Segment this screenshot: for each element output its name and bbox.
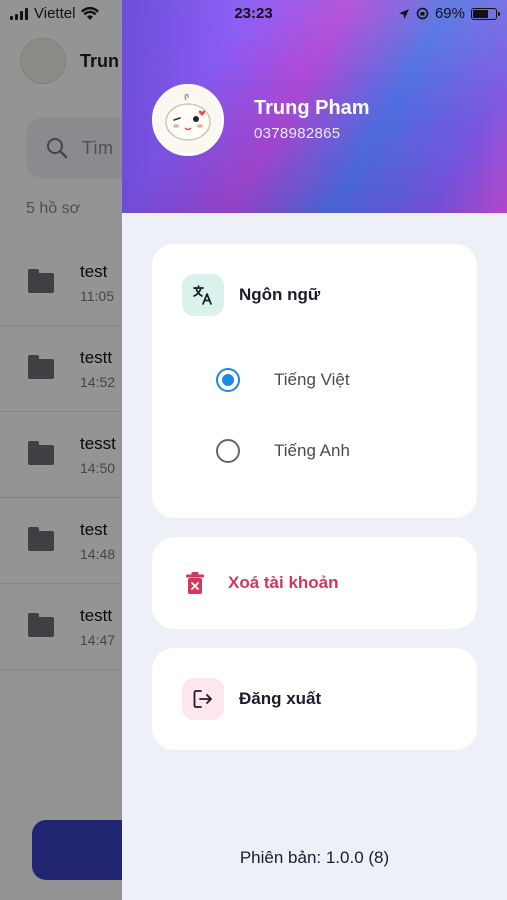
battery-percent: 69% xyxy=(434,5,465,22)
logout-icon xyxy=(193,690,212,708)
battery-icon xyxy=(471,7,500,20)
battery-level-fill xyxy=(473,9,489,18)
status-right: 69% xyxy=(398,5,500,22)
language-icon-tile xyxy=(182,274,224,316)
profile-phone: 0378982865 xyxy=(254,125,341,142)
logout-label: Đăng xuất xyxy=(239,689,322,708)
radio-button-unchecked[interactable] xyxy=(216,439,240,463)
avatar-mascot-icon xyxy=(165,93,211,141)
language-option-english[interactable]: Tiếng Anh xyxy=(216,439,350,463)
side-drawer: Trung Pham 0378982865 Ngôn ngữ Tiếng Việ… xyxy=(122,0,507,900)
profile-name: Trung Pham xyxy=(254,97,370,119)
translate-icon xyxy=(193,285,212,305)
radio-button-checked[interactable] xyxy=(216,368,240,392)
location-arrow-icon xyxy=(398,8,409,19)
language-option-vietnamese[interactable]: Tiếng Việt xyxy=(216,368,350,392)
orientation-lock-icon xyxy=(416,7,429,20)
language-card: Ngôn ngữ Tiếng Việt Tiếng Anh xyxy=(152,244,477,518)
delete-account-label: Xoá tài khoản xyxy=(228,573,339,592)
language-option-label: Tiếng Việt xyxy=(274,370,350,389)
delete-account-button[interactable]: Xoá tài khoản xyxy=(152,537,477,629)
logout-icon-tile xyxy=(182,678,224,720)
app-version: Phiên bản: 1.0.0 (8) xyxy=(239,848,390,867)
status-bar: Viettel 23:23 69% xyxy=(0,0,507,28)
trash-delete-icon xyxy=(186,572,204,594)
profile-avatar[interactable] xyxy=(152,84,224,156)
language-option-label: Tiếng Anh xyxy=(274,441,350,460)
logout-button[interactable]: Đăng xuất xyxy=(152,648,477,750)
language-title: Ngôn ngữ xyxy=(239,285,321,304)
